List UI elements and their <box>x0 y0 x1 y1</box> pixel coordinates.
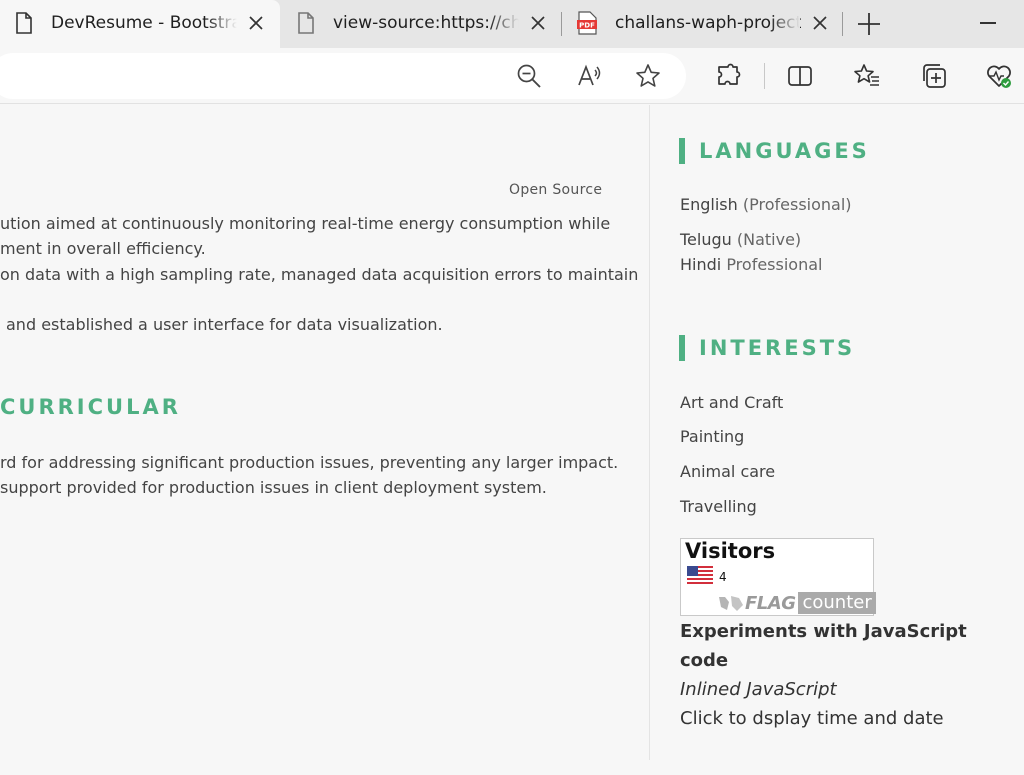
language-name: Telugu <box>680 230 732 249</box>
js-section-title-continued: code <box>680 650 729 671</box>
page-content: Open Source ution aimed at continuously … <box>0 105 1024 775</box>
minimize-icon[interactable] <box>980 22 996 24</box>
js-section-title: Experiments with JavaScript <box>680 621 967 642</box>
us-flag-icon <box>687 566 713 584</box>
extracurricular-line: rd for addressing significant production… <box>0 453 619 472</box>
close-icon[interactable] <box>811 14 829 32</box>
project-description-line: and established a user interface for dat… <box>6 315 443 334</box>
pdf-icon: PDF <box>577 11 597 35</box>
toolbar-separator <box>764 63 765 89</box>
close-icon[interactable] <box>529 14 547 32</box>
tab-title-fade <box>770 8 800 38</box>
tab-separator <box>842 12 843 36</box>
tab-separator <box>561 12 562 36</box>
project-description-line: on data with a high sampling rate, manag… <box>0 265 639 284</box>
toolbar <box>0 48 1024 104</box>
js-section-subtitle: Inlined JavaScript <box>680 679 837 700</box>
language-name: Hindi <box>680 255 722 274</box>
sidebar: LANGUAGES English (Professional) Telugu … <box>649 105 1024 760</box>
favorites-icon[interactable] <box>853 62 881 90</box>
language-item: Telugu (Native) <box>680 230 801 249</box>
tab-title-fade <box>207 8 237 38</box>
flag-counter-logo: FLAG counter <box>717 592 876 614</box>
language-item: Hindi Professional <box>680 255 822 274</box>
read-aloud-icon[interactable] <box>576 62 604 90</box>
globe-icon <box>719 596 743 611</box>
project-description-line: ment in overall efficiency. <box>0 239 206 258</box>
project-type-label: Open Source <box>509 182 603 198</box>
display-time-date-trigger[interactable]: Click to dsplay time and date <box>680 708 944 729</box>
interest-item: Animal care <box>680 462 776 481</box>
tab-devresume[interactable]: DevResume - Bootstrap <box>0 0 280 48</box>
section-heading-languages: LANGUAGES <box>679 138 870 164</box>
tab-title-fade <box>489 8 519 38</box>
page-icon <box>16 12 32 34</box>
interest-item: Painting <box>680 427 745 446</box>
collections-icon[interactable] <box>920 62 948 90</box>
tab-strip: DevResume - Bootstrap view-source:https:… <box>0 0 1024 48</box>
project-description-line: ution aimed at continuously monitoring r… <box>0 214 611 233</box>
section-heading-interests: INTERESTS <box>679 335 855 361</box>
interest-item: Travelling <box>680 497 757 516</box>
language-level: (Native) <box>736 230 802 249</box>
flag-counter-title: Visitors <box>685 539 776 563</box>
interest-item: Art and Craft <box>680 393 784 412</box>
language-item: English (Professional) <box>680 195 852 214</box>
split-screen-icon[interactable] <box>786 62 814 90</box>
visitor-count: 4 <box>719 570 727 584</box>
language-level: Professional <box>726 255 823 274</box>
tab-view-source[interactable]: view-source:https://cha <box>282 0 560 48</box>
language-name: English <box>680 195 738 214</box>
address-bar[interactable] <box>0 53 686 99</box>
extensions-icon[interactable] <box>715 62 743 90</box>
extracurricular-line: support provided for production issues i… <box>0 478 547 497</box>
zoom-out-icon[interactable] <box>515 62 543 90</box>
flag-counter-widget[interactable]: Visitors 4 FLAG counter <box>680 538 876 616</box>
flag-counter-brand-counter: counter <box>798 592 876 614</box>
language-level: (Professional) <box>742 195 852 214</box>
close-icon[interactable] <box>247 14 265 32</box>
new-tab-icon[interactable] <box>855 10 883 38</box>
page-icon <box>298 12 314 34</box>
main-column: Open Source ution aimed at continuously … <box>0 105 649 760</box>
favorite-star-icon[interactable] <box>634 62 662 90</box>
pdf-badge: PDF <box>579 22 595 30</box>
browser-essentials-icon[interactable] <box>985 62 1013 90</box>
section-heading-extracurricular: CURRICULAR <box>0 395 181 419</box>
flag-counter-brand-flag: FLAG <box>745 592 796 614</box>
tab-pdf[interactable]: PDF challans-waph-project1 <box>563 0 841 48</box>
